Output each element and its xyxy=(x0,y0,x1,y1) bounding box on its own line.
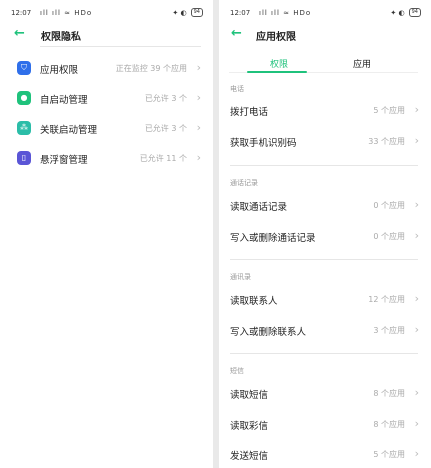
item-value: 0 个应用 xyxy=(373,201,405,210)
header: ← 权限隐私 xyxy=(0,26,213,44)
battery-icon: 94 xyxy=(408,8,421,17)
chevron-right-icon: › xyxy=(196,121,201,134)
chevron-right-icon: › xyxy=(414,103,419,116)
item-label: 读取彩信 xyxy=(230,421,269,432)
list-item[interactable]: 拨打电话 5 个应用 › xyxy=(219,96,431,126)
list-item[interactable]: 读取彩信 8 个应用 › xyxy=(219,410,431,440)
toggle-icon: ● xyxy=(17,91,31,105)
status-icons: ✦ ◐ xyxy=(390,8,405,17)
divider xyxy=(230,165,418,166)
item-label: 读取短信 xyxy=(230,390,269,401)
list-item[interactable]: 获取手机识别码 33 个应用 › xyxy=(219,127,431,157)
divider xyxy=(230,353,418,354)
item-value: 8 个应用 xyxy=(373,420,405,429)
chevron-right-icon: › xyxy=(414,198,419,211)
signal-icons: ıll ıll ≈ HDo xyxy=(40,9,93,17)
right-screen: 12:07 ıll ıll ≈ HDo ✦ ◐ 94 ← 应用权限 权限 应用 … xyxy=(219,0,431,468)
tab-bar: 权限 应用 xyxy=(219,54,431,76)
chevron-right-icon: › xyxy=(414,292,419,305)
item-label: 悬浮窗管理 xyxy=(40,155,88,166)
tab-indicator xyxy=(247,71,307,73)
item-value: 12 个应用 xyxy=(368,295,405,304)
list-item[interactable]: 读取通话记录 0 个应用 › xyxy=(219,191,431,221)
window-icon: ▯ xyxy=(17,151,31,165)
back-arrow-icon[interactable]: ← xyxy=(231,27,245,41)
chevron-right-icon: › xyxy=(414,134,419,147)
item-label: 拨打电话 xyxy=(230,107,269,118)
status-time: 12:07 xyxy=(230,9,251,17)
chevron-right-icon: › xyxy=(414,417,419,430)
chevron-right-icon: › xyxy=(196,61,201,74)
status-icons: ✦ ◐ xyxy=(172,8,187,17)
divider xyxy=(230,259,418,260)
list-item[interactable]: 发送短信 5 个应用 › xyxy=(219,440,431,468)
item-label: 获取手机识别码 xyxy=(230,138,297,149)
back-arrow-icon[interactable]: ← xyxy=(14,27,28,41)
section-header: 短信 xyxy=(230,367,244,375)
chevron-right-icon: › xyxy=(414,386,419,399)
item-label: 自启动管理 xyxy=(40,95,88,106)
item-label: 发送短信 xyxy=(230,451,269,462)
divider xyxy=(40,46,201,47)
section-header: 通讯录 xyxy=(230,273,251,281)
tab-permissions[interactable]: 权限 xyxy=(270,57,288,70)
list-item[interactable]: 读取短信 8 个应用 › xyxy=(219,379,431,409)
item-label: 读取通话记录 xyxy=(230,202,288,213)
item-value: 5 个应用 xyxy=(373,106,405,115)
item-label: 应用权限 xyxy=(40,65,79,76)
item-value: 8 个应用 xyxy=(373,389,405,398)
section-header: 电话 xyxy=(230,85,244,93)
chevron-right-icon: › xyxy=(414,229,419,242)
page-title: 应用权限 xyxy=(256,32,296,43)
signal-icons: ıll ıll ≈ HDo xyxy=(259,9,312,17)
chevron-right-icon: › xyxy=(196,91,201,104)
status-time: 12:07 xyxy=(11,9,32,17)
item-value: 已允许 3 个 xyxy=(144,124,187,133)
status-bar: 12:07 ıll ıll ≈ HDo ✦ ◐ 94 xyxy=(219,8,431,20)
chevron-right-icon: › xyxy=(414,323,419,336)
item-label: 读取联系人 xyxy=(230,296,278,307)
item-label: 写入或删除联系人 xyxy=(230,327,307,338)
header: ← 应用权限 xyxy=(219,26,431,44)
tab-apps[interactable]: 应用 xyxy=(353,57,371,70)
status-bar: 12:07 ıll ıll ≈ HDo ✦ ◐ 94 xyxy=(0,8,213,20)
chevron-right-icon: › xyxy=(414,447,419,460)
section-header: 通话记录 xyxy=(230,179,258,187)
left-screen: 12:07 ıll ıll ≈ HDo ✦ ◐ 94 ← 权限隐私 ⛉ 应用权限… xyxy=(0,0,213,468)
item-value: 已允许 3 个 xyxy=(144,94,187,103)
item-label: 关联启动管理 xyxy=(40,125,98,136)
item-value: 正在监控 39 个应用 xyxy=(115,64,187,73)
list-item-app-permissions[interactable]: ⛉ 应用权限 正在监控 39 个应用 › xyxy=(0,54,213,84)
list-item[interactable]: 读取联系人 12 个应用 › xyxy=(219,285,431,315)
list-item[interactable]: 写入或删除通话记录 0 个应用 › xyxy=(219,222,431,252)
item-value: 0 个应用 xyxy=(373,232,405,241)
item-label: 写入或删除通话记录 xyxy=(230,233,316,244)
link-icon: ⁂ xyxy=(17,121,31,135)
item-value: 33 个应用 xyxy=(368,137,405,146)
list-item[interactable]: 写入或删除联系人 3 个应用 › xyxy=(219,316,431,346)
battery-icon: 94 xyxy=(190,8,203,17)
item-value: 已允许 11 个 xyxy=(139,154,187,163)
item-value: 3 个应用 xyxy=(373,326,405,335)
list-item-linked-start[interactable]: ⁂ 关联启动管理 已允许 3 个 › xyxy=(0,114,213,144)
chevron-right-icon: › xyxy=(196,151,201,164)
item-value: 5 个应用 xyxy=(373,450,405,459)
page-title: 权限隐私 xyxy=(41,32,81,43)
list-item-autostart[interactable]: ● 自启动管理 已允许 3 个 › xyxy=(0,84,213,114)
shield-icon: ⛉ xyxy=(17,61,31,75)
list-item-floating-window[interactable]: ▯ 悬浮窗管理 已允许 11 个 › xyxy=(0,144,213,174)
